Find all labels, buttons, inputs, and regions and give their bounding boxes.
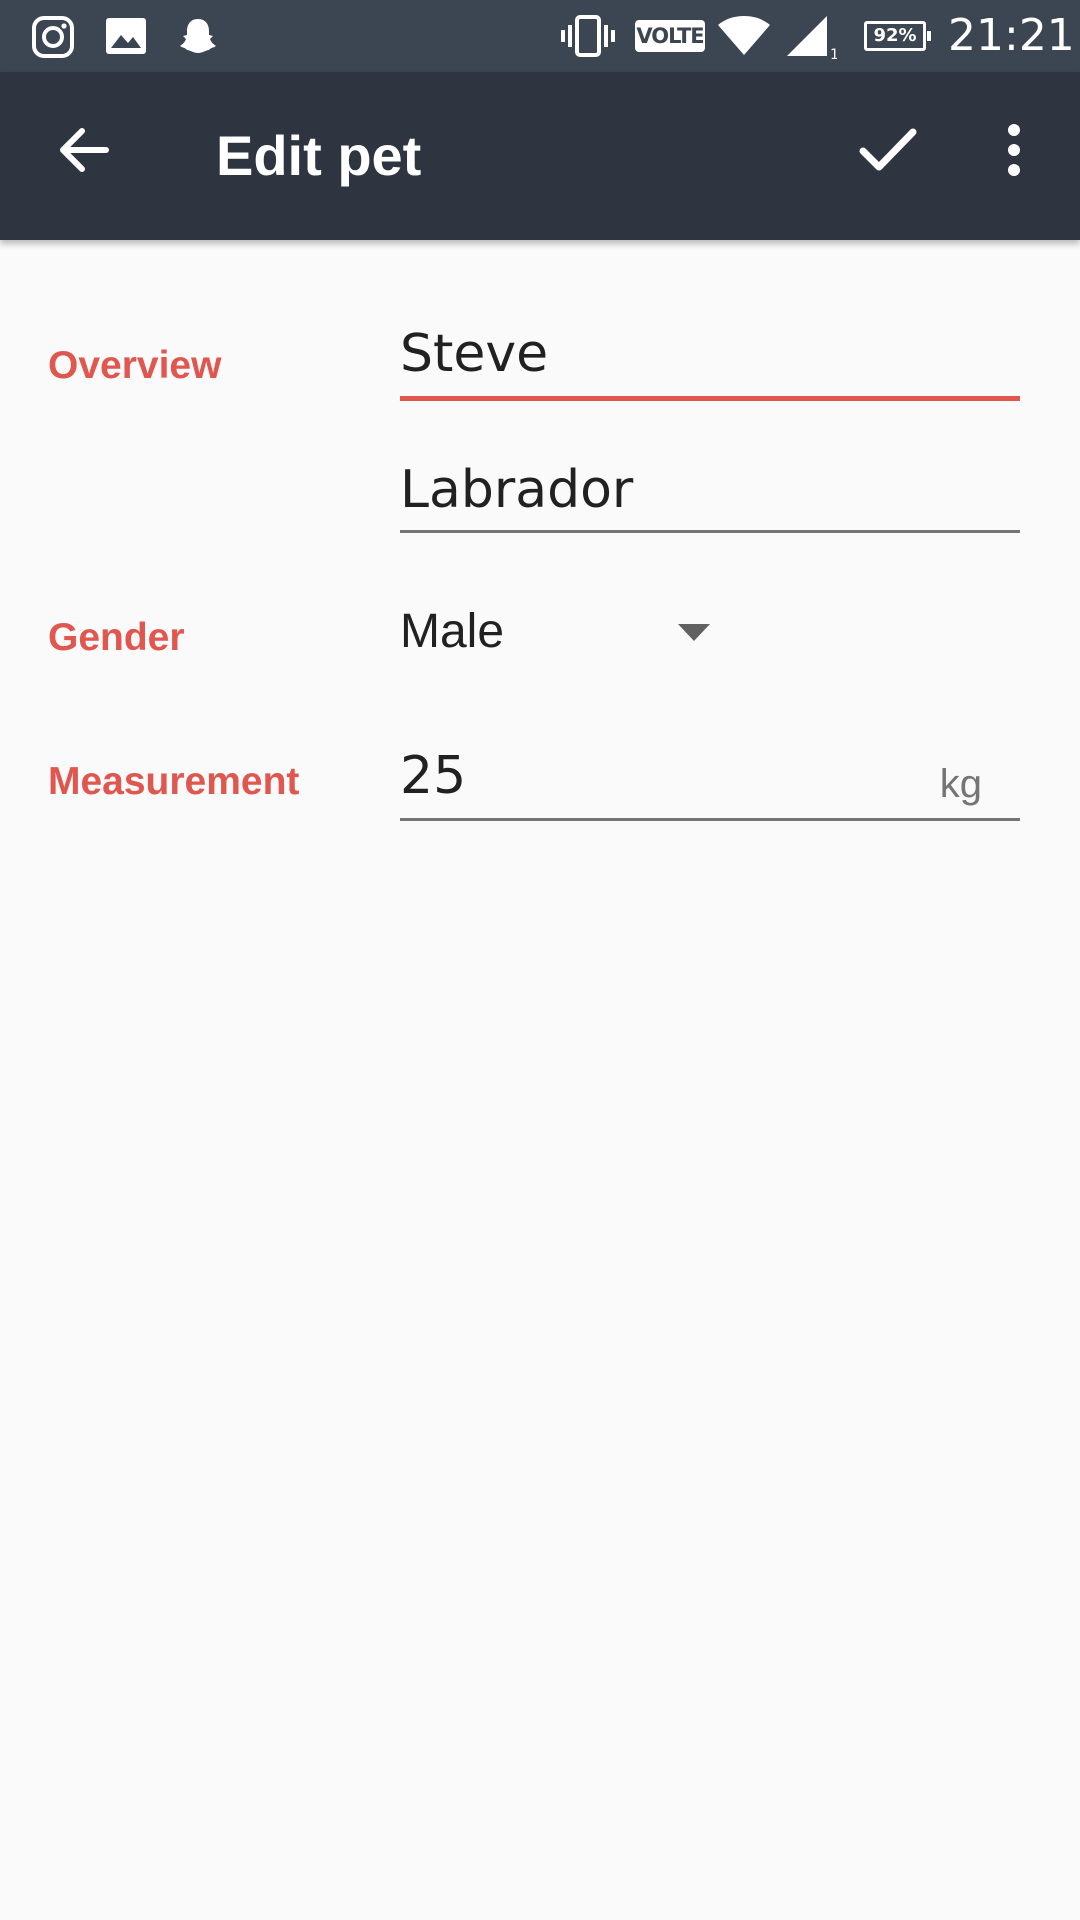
overview-label: Overview (48, 344, 222, 387)
gender-selected-value: Male (400, 605, 505, 658)
check-icon (859, 127, 917, 178)
status-bar: VOLTE 1 92% 21:21 (0, 0, 1080, 72)
pet-name-underline (400, 396, 1020, 401)
pet-breed-underline (400, 530, 1020, 533)
snapchat-icon (176, 14, 220, 58)
arrow-back-icon (58, 126, 110, 179)
pet-name-field[interactable]: Steve (400, 322, 1020, 402)
measurement-underline (400, 818, 1020, 821)
page-title: Edit pet (216, 124, 422, 187)
wifi-icon (716, 14, 772, 58)
volte-badge: VOLTE (635, 20, 705, 52)
gender-dropdown[interactable]: Male (400, 598, 720, 670)
app-bar: Edit pet (0, 72, 1080, 240)
vibrate-icon (560, 14, 616, 58)
measurement-value: 25 (400, 746, 467, 806)
pet-name-value: Steve (400, 324, 549, 384)
back-button[interactable] (44, 112, 124, 192)
dropdown-arrow-icon (678, 624, 710, 647)
gallery-icon (104, 16, 148, 56)
measurement-field[interactable]: 25 kg (400, 744, 1020, 824)
measurement-unit: kg (939, 762, 982, 806)
signal-sub-label: 1 (830, 47, 837, 60)
battery-icon: 92% (864, 21, 931, 51)
pet-breed-value: Labrador (400, 460, 634, 520)
instagram-icon (30, 14, 76, 60)
gender-label: Gender (48, 616, 185, 659)
more-options-button[interactable] (974, 112, 1054, 192)
pet-breed-field[interactable]: Labrador (400, 458, 1020, 538)
signal-icon: 1 (782, 12, 838, 60)
status-clock: 21:21 (948, 10, 1075, 61)
measurement-label: Measurement (48, 760, 300, 803)
more-vert-icon (1004, 123, 1024, 181)
save-button[interactable] (848, 112, 928, 192)
